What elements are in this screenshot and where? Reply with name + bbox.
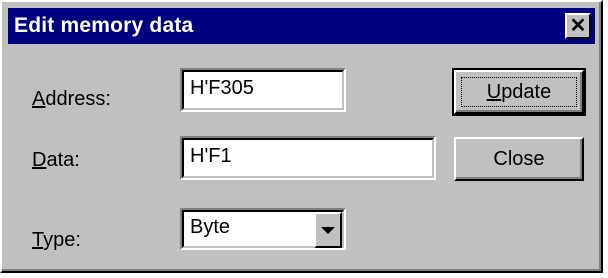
dialog-title: Edit memory data: [14, 14, 194, 37]
address-label: Address:: [32, 88, 111, 110]
type-dropdown-button[interactable]: [314, 212, 342, 248]
update-button-label: Update: [486, 80, 552, 103]
focus-rect: [461, 77, 577, 107]
data-value: H'F1: [190, 145, 232, 167]
type-selected-value: Byte: [190, 216, 231, 238]
type-select[interactable]: Byte: [180, 208, 346, 250]
close-button[interactable]: Close: [454, 137, 584, 181]
update-button[interactable]: Update: [452, 68, 586, 116]
chevron-down-icon: [321, 226, 335, 234]
title-bar[interactable]: Edit memory data ✕: [8, 8, 595, 44]
title-close-button[interactable]: ✕: [565, 13, 591, 39]
address-input[interactable]: H'F305: [180, 68, 346, 112]
data-input[interactable]: H'F1: [180, 136, 436, 180]
close-button-label: Close: [493, 147, 545, 170]
edit-memory-dialog: Edit memory data ✕ Address: H'F305 Data:…: [0, 0, 603, 273]
data-label: Data:: [32, 149, 80, 171]
type-label: Type:: [32, 229, 81, 251]
close-icon: ✕: [569, 15, 587, 37]
address-value: H'F305: [190, 77, 254, 99]
